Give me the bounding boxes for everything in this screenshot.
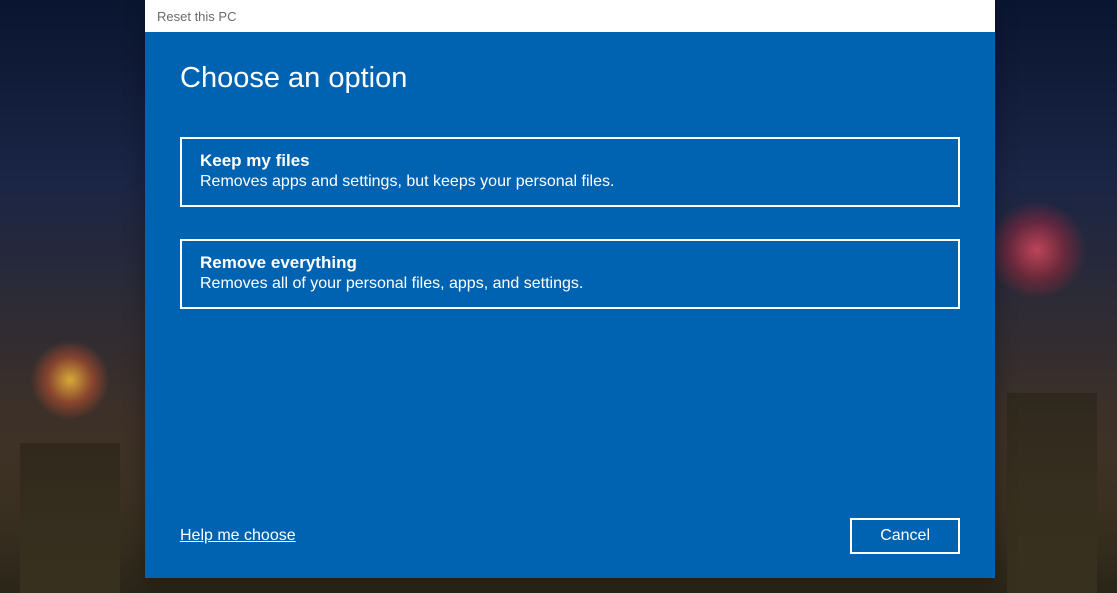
- dialog-title: Reset this PC: [157, 9, 236, 24]
- option-keep-my-files[interactable]: Keep my files Removes apps and settings,…: [180, 137, 960, 207]
- option-title: Remove everything: [200, 253, 940, 273]
- reset-pc-dialog: Reset this PC Choose an option Keep my f…: [145, 0, 995, 578]
- dialog-titlebar[interactable]: Reset this PC: [145, 0, 995, 32]
- dialog-body: Choose an option Keep my files Removes a…: [145, 32, 995, 578]
- dialog-footer: Help me choose Cancel: [180, 518, 960, 554]
- dialog-heading: Choose an option: [180, 62, 960, 95]
- firework-decoration-right: [987, 200, 1087, 300]
- option-description: Removes all of your personal files, apps…: [200, 275, 940, 293]
- option-remove-everything[interactable]: Remove everything Removes all of your pe…: [180, 239, 960, 309]
- background-building-left: [20, 443, 120, 593]
- cancel-button[interactable]: Cancel: [850, 518, 960, 554]
- firework-decoration-left: [30, 340, 110, 420]
- background-building-right: [1007, 393, 1097, 593]
- option-description: Removes apps and settings, but keeps you…: [200, 173, 940, 191]
- help-me-choose-link[interactable]: Help me choose: [180, 527, 296, 545]
- option-title: Keep my files: [200, 151, 940, 171]
